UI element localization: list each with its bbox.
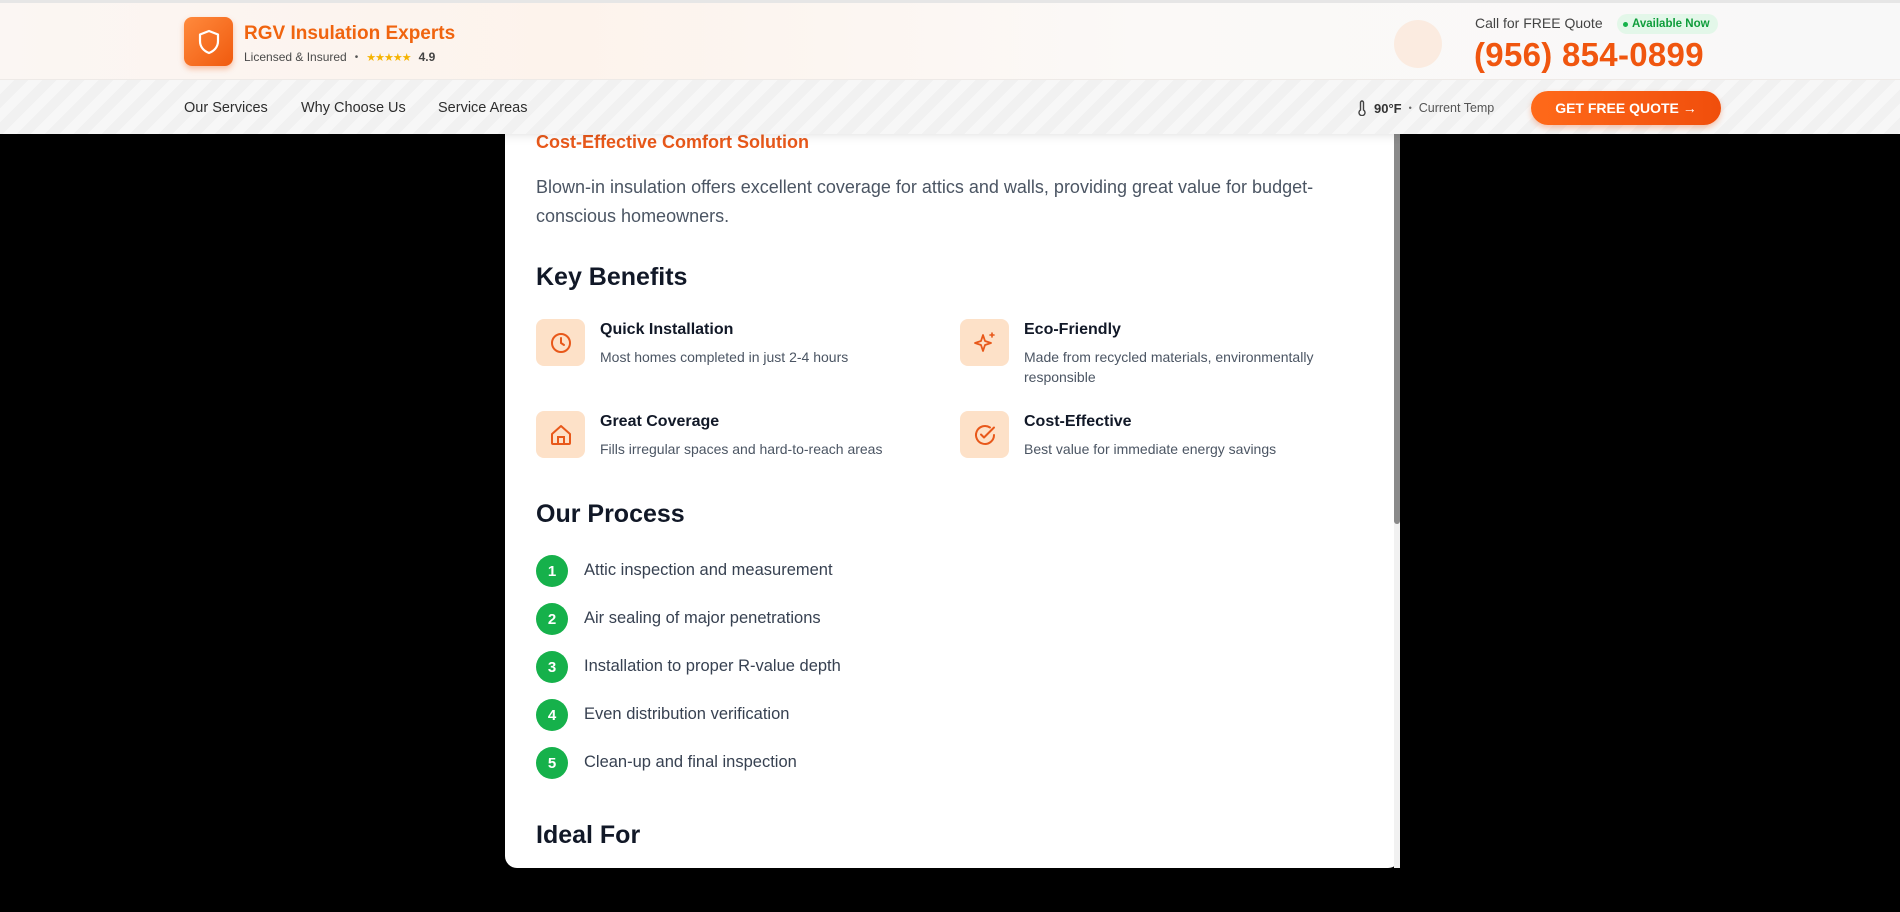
step-number-badge: 2 xyxy=(536,603,568,635)
panel-subtitle: Cost-Effective Comfort Solution xyxy=(536,132,809,152)
step-text: Clean-up and final inspection xyxy=(584,753,797,771)
licensed-text: Licensed & Insured xyxy=(244,50,347,64)
step-number-badge: 4 xyxy=(536,699,568,731)
step-number-badge: 5 xyxy=(536,747,568,779)
ideal-for-heading: Ideal For xyxy=(536,821,641,849)
temp-value: 90°F xyxy=(1374,100,1402,116)
phone-number-link[interactable]: (956) 854-0899 xyxy=(1474,36,1704,74)
benefit-icon-box xyxy=(536,411,585,458)
get-free-quote-button[interactable]: GET FREE QUOTE → xyxy=(1531,91,1721,125)
benefit-icon-box xyxy=(536,319,585,366)
benefit-title: Cost-Effective xyxy=(1024,413,1132,430)
rating-value: 4.9 xyxy=(418,50,436,64)
benefit-desc: Made from recycled materials, environmen… xyxy=(1024,349,1314,385)
thermometer-icon xyxy=(1358,100,1366,116)
site-header: RGV Insulation Experts Licensed & Insure… xyxy=(0,0,1900,134)
check-circle-icon xyxy=(974,424,995,445)
panel-description: Blown-in insulation offers excellent cov… xyxy=(536,177,1314,226)
sparkles-icon xyxy=(973,331,995,352)
nav-our-services[interactable]: Our Services xyxy=(184,100,268,116)
step-number-badge: 3 xyxy=(536,651,568,683)
temp-label: Current Temp xyxy=(1418,101,1495,115)
nav-why-choose-us[interactable]: Why Choose Us xyxy=(301,100,406,116)
service-detail-panel: Cost-Effective Comfort Solution Blown-in… xyxy=(505,131,1400,868)
benefit-title: Quick Installation xyxy=(600,321,734,338)
benefit-icon-box xyxy=(960,411,1009,458)
benefit-title: Great Coverage xyxy=(600,413,720,430)
header-topbar: RGV Insulation Experts Licensed & Insure… xyxy=(0,3,1900,80)
panel-scrollbar-thumb[interactable] xyxy=(1394,131,1400,524)
benefit-title: Eco-Friendly xyxy=(1024,321,1121,338)
clock-icon xyxy=(550,332,571,353)
step-text: Installation to proper R-value depth xyxy=(584,657,841,675)
benefit-desc: Best value for immediate energy savings xyxy=(1024,441,1277,457)
brand-subline: Licensed & Insured • ★★★★★ 4.9 xyxy=(244,50,435,64)
step-text: Even distribution verification xyxy=(584,705,790,723)
decorative-circle xyxy=(1394,20,1442,68)
benefits-heading: Key Benefits xyxy=(536,263,688,291)
status-dot-icon xyxy=(1623,21,1628,27)
available-text: Available Now xyxy=(1632,18,1710,30)
current-temp: 90°F • Current Temp xyxy=(1357,100,1494,116)
separator-dot: • xyxy=(354,51,359,63)
step-text: Attic inspection and measurement xyxy=(584,561,833,579)
brand-name[interactable]: RGV Insulation Experts xyxy=(244,23,455,45)
logo[interactable] xyxy=(184,17,233,66)
rating-stars-icon: ★★★★★ xyxy=(366,51,411,64)
benefit-desc: Fills irregular spaces and hard-to-reach… xyxy=(600,441,883,457)
available-badge: Available Now xyxy=(1617,14,1718,34)
step-text: Air sealing of major penetrations xyxy=(584,609,821,627)
benefit-icon-box xyxy=(960,319,1009,366)
benefit-desc: Most homes completed in just 2-4 hours xyxy=(600,349,849,365)
temp-separator: • xyxy=(1408,103,1412,113)
home-icon xyxy=(550,424,571,445)
call-label: Call for FREE Quote xyxy=(1475,15,1603,31)
shield-icon xyxy=(198,29,219,54)
step-number-badge: 1 xyxy=(536,555,568,587)
nav-service-areas[interactable]: Service Areas xyxy=(438,100,527,116)
process-heading: Our Process xyxy=(536,500,685,528)
